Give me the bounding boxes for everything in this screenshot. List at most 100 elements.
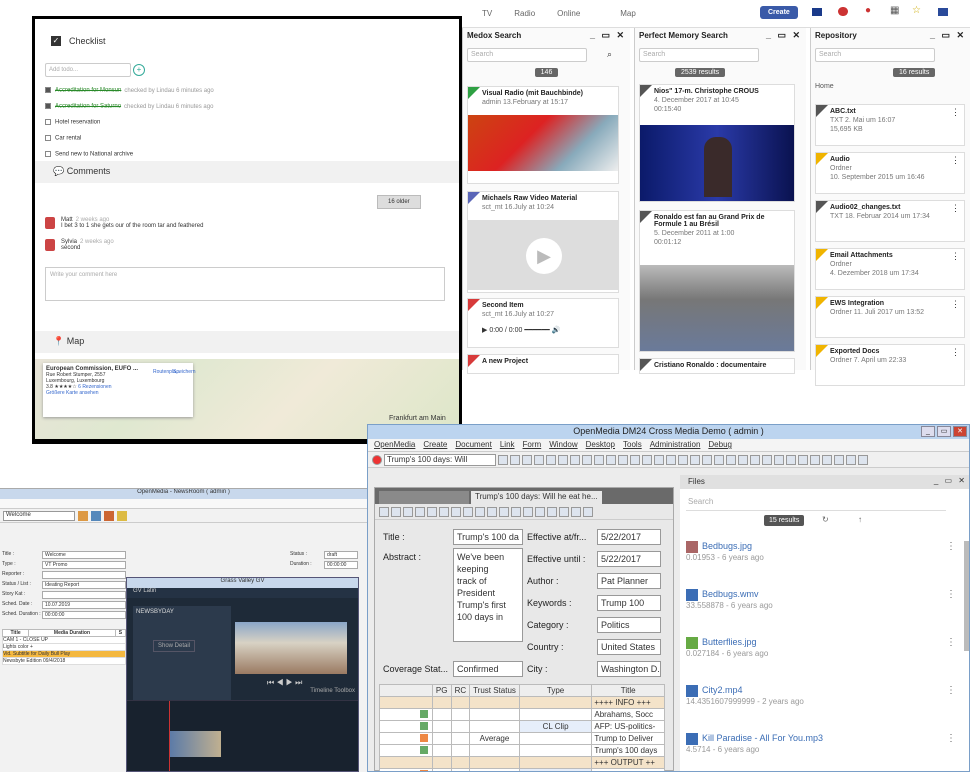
kebab-menu-icon[interactable]: ⋮ bbox=[946, 637, 956, 648]
medox-search-input[interactable]: Search bbox=[467, 48, 587, 62]
document-combo[interactable]: Trump's 100 days: Will bbox=[384, 453, 496, 466]
field-value[interactable]: Ideating Report bbox=[42, 581, 126, 589]
menu-item[interactable]: Desktop bbox=[586, 440, 615, 450]
tab-inactive[interactable] bbox=[379, 491, 469, 504]
menu-item[interactable]: OpenMedia bbox=[374, 440, 415, 450]
toolbar-icon[interactable] bbox=[822, 454, 832, 465]
column-header[interactable]: Type bbox=[518, 684, 593, 697]
menu-item[interactable]: Form bbox=[523, 440, 542, 450]
category-field[interactable]: Politics bbox=[597, 617, 661, 633]
toolbar-icon[interactable] bbox=[475, 506, 485, 517]
field-value[interactable]: 00:00:00 bbox=[324, 561, 358, 569]
toolbar-icon[interactable] bbox=[522, 454, 532, 465]
effective-from-field[interactable]: 5/22/2017 bbox=[597, 529, 661, 545]
todo-checkbox[interactable] bbox=[45, 119, 51, 125]
toolbar-icon[interactable] bbox=[546, 454, 556, 465]
menu-item[interactable]: Tools bbox=[623, 440, 642, 450]
table-row[interactable]: CMS postTrump's 100 days bbox=[379, 768, 665, 771]
toolbar-icon[interactable] bbox=[858, 454, 868, 465]
playhead[interactable] bbox=[169, 701, 170, 771]
repo-item[interactable]: ABC.txt TXT 2. Mai um 16:07 15,695 KB ⋮ bbox=[815, 104, 965, 146]
toolbar-icon[interactable] bbox=[714, 454, 724, 465]
gv-viewer[interactable] bbox=[235, 622, 347, 674]
kebab-menu-icon[interactable]: ⋮ bbox=[946, 541, 956, 552]
gv-timeline[interactable] bbox=[127, 700, 358, 771]
repo-item[interactable]: Email Attachments Ordner 4. Dezember 2018 … bbox=[815, 248, 965, 290]
bell-icon[interactable]: ● bbox=[865, 5, 871, 16]
scrollbar[interactable] bbox=[964, 541, 969, 651]
kebab-menu-icon[interactable]: ⋮ bbox=[951, 107, 960, 118]
toolbar-icon[interactable] bbox=[666, 454, 676, 465]
kebab-menu-icon[interactable]: ⋮ bbox=[946, 733, 956, 744]
city-field[interactable]: Washington D.C bbox=[597, 661, 661, 677]
menu-item[interactable]: Administration bbox=[650, 440, 701, 450]
toolbar-icon[interactable] bbox=[511, 506, 521, 517]
toolbar-icon[interactable] bbox=[391, 506, 401, 517]
repo-item[interactable]: Audio02_changes.txt TXT 18. Februar 2014 … bbox=[815, 200, 965, 242]
panel-window-controls[interactable]: _ ▭ ✕ bbox=[930, 30, 966, 41]
repo-item[interactable]: EWS Integration Ordner 11. Juli 2017 um 1… bbox=[815, 296, 965, 338]
create-button[interactable]: Create bbox=[760, 6, 798, 19]
nav-item-radio[interactable]: Radio bbox=[514, 9, 535, 18]
search-icon[interactable]: ⌕ bbox=[607, 49, 612, 60]
medox-card[interactable]: A new Project bbox=[467, 354, 619, 374]
checklist-item[interactable]: Hotel reservation bbox=[45, 119, 103, 126]
panel-window-controls[interactable]: _ ▭ ✕ bbox=[934, 476, 967, 485]
toolbar-icon[interactable] bbox=[834, 454, 844, 465]
checklist-item[interactable]: Accreditation for Monsun checked by Linda… bbox=[45, 87, 214, 94]
table-row[interactable]: Newsbyte Edition 09/4/2018 bbox=[2, 657, 126, 665]
toolbar-icon[interactable] bbox=[630, 454, 640, 465]
toolbar-icon[interactable] bbox=[583, 506, 593, 517]
toolbar-icon[interactable] bbox=[510, 454, 520, 465]
timeline-clip[interactable] bbox=[169, 731, 221, 757]
table-row[interactable]: Vid. Subtitle for Daily Bull Play bbox=[2, 650, 126, 658]
menu-item[interactable]: Window bbox=[549, 440, 577, 450]
repo-item[interactable]: Exported Docs Ordner 7. April um 22:33 ⋮ bbox=[815, 344, 965, 386]
table-row[interactable]: Trump's 100 days bbox=[379, 744, 665, 757]
field-value[interactable]: 00:00:00 bbox=[42, 611, 126, 619]
grid-icon[interactable]: ▦ bbox=[890, 5, 899, 16]
save-place-button[interactable]: Speichern bbox=[173, 369, 196, 375]
toolbar-icon[interactable] bbox=[535, 506, 545, 517]
todo-checkbox[interactable] bbox=[45, 103, 51, 109]
toolbar-icon[interactable] bbox=[487, 506, 497, 517]
file-item[interactable]: Butterflies.jpg 0.027184 - 6 years ago ⋮ bbox=[686, 637, 956, 658]
video-thumbnail[interactable] bbox=[640, 125, 794, 201]
table-row[interactable]: CL Clip AFP: US-politics- bbox=[379, 720, 665, 733]
coverage-field[interactable]: Confirmed bbox=[453, 661, 523, 677]
menu-item[interactable]: Create bbox=[423, 440, 447, 450]
upload-icon[interactable]: ↑ bbox=[858, 515, 862, 524]
table-row[interactable]: Abrahams, Socc bbox=[379, 708, 665, 721]
author-field[interactable]: Pat Planner bbox=[597, 573, 661, 589]
video-thumbnail[interactable] bbox=[468, 115, 618, 171]
toolbar-icon[interactable] bbox=[104, 510, 114, 521]
field-value[interactable]: draft bbox=[324, 551, 358, 559]
checklist-item[interactable]: Car rental bbox=[45, 135, 84, 142]
toolbar-icon[interactable] bbox=[499, 506, 509, 517]
table-row[interactable]: +++ OUTPUT ++ bbox=[379, 756, 665, 769]
todo-checkbox[interactable] bbox=[45, 151, 51, 157]
toolbar-icon[interactable] bbox=[738, 454, 748, 465]
menu-item[interactable]: Debug bbox=[708, 440, 732, 450]
field-value[interactable] bbox=[42, 591, 126, 599]
toolbar-icon[interactable] bbox=[571, 506, 581, 517]
nav-item-tv[interactable]: TV bbox=[482, 9, 492, 18]
toolbar-icon[interactable] bbox=[117, 510, 127, 521]
toolbar-icon[interactable] bbox=[846, 454, 856, 465]
toolbar-icon[interactable] bbox=[594, 454, 604, 465]
toolbar-icon[interactable] bbox=[762, 454, 772, 465]
story-combo[interactable]: Welcome bbox=[3, 510, 75, 521]
kebab-menu-icon[interactable]: ⋮ bbox=[951, 203, 960, 214]
toolbar-icon[interactable] bbox=[726, 454, 736, 465]
toolbar-icon[interactable] bbox=[582, 454, 592, 465]
column-header[interactable]: PG bbox=[431, 684, 452, 697]
medox-card[interactable]: Second Item sct_mt 16.July at 10:27 ▶ 0:… bbox=[467, 298, 619, 348]
file-item[interactable]: Kill Paradise - All For You.mp3 4.5714 - … bbox=[686, 733, 956, 754]
load-older-button[interactable]: 16 older bbox=[377, 195, 421, 209]
minimize-button[interactable]: _ bbox=[921, 426, 935, 437]
checklist-item[interactable]: Accreditation for Saturno checked by Lind… bbox=[45, 103, 213, 110]
language-flag-icon[interactable] bbox=[938, 8, 948, 16]
toolbar-icon[interactable] bbox=[678, 454, 688, 465]
flag-icon[interactable] bbox=[812, 8, 822, 16]
column-header[interactable]: RC bbox=[450, 684, 471, 697]
